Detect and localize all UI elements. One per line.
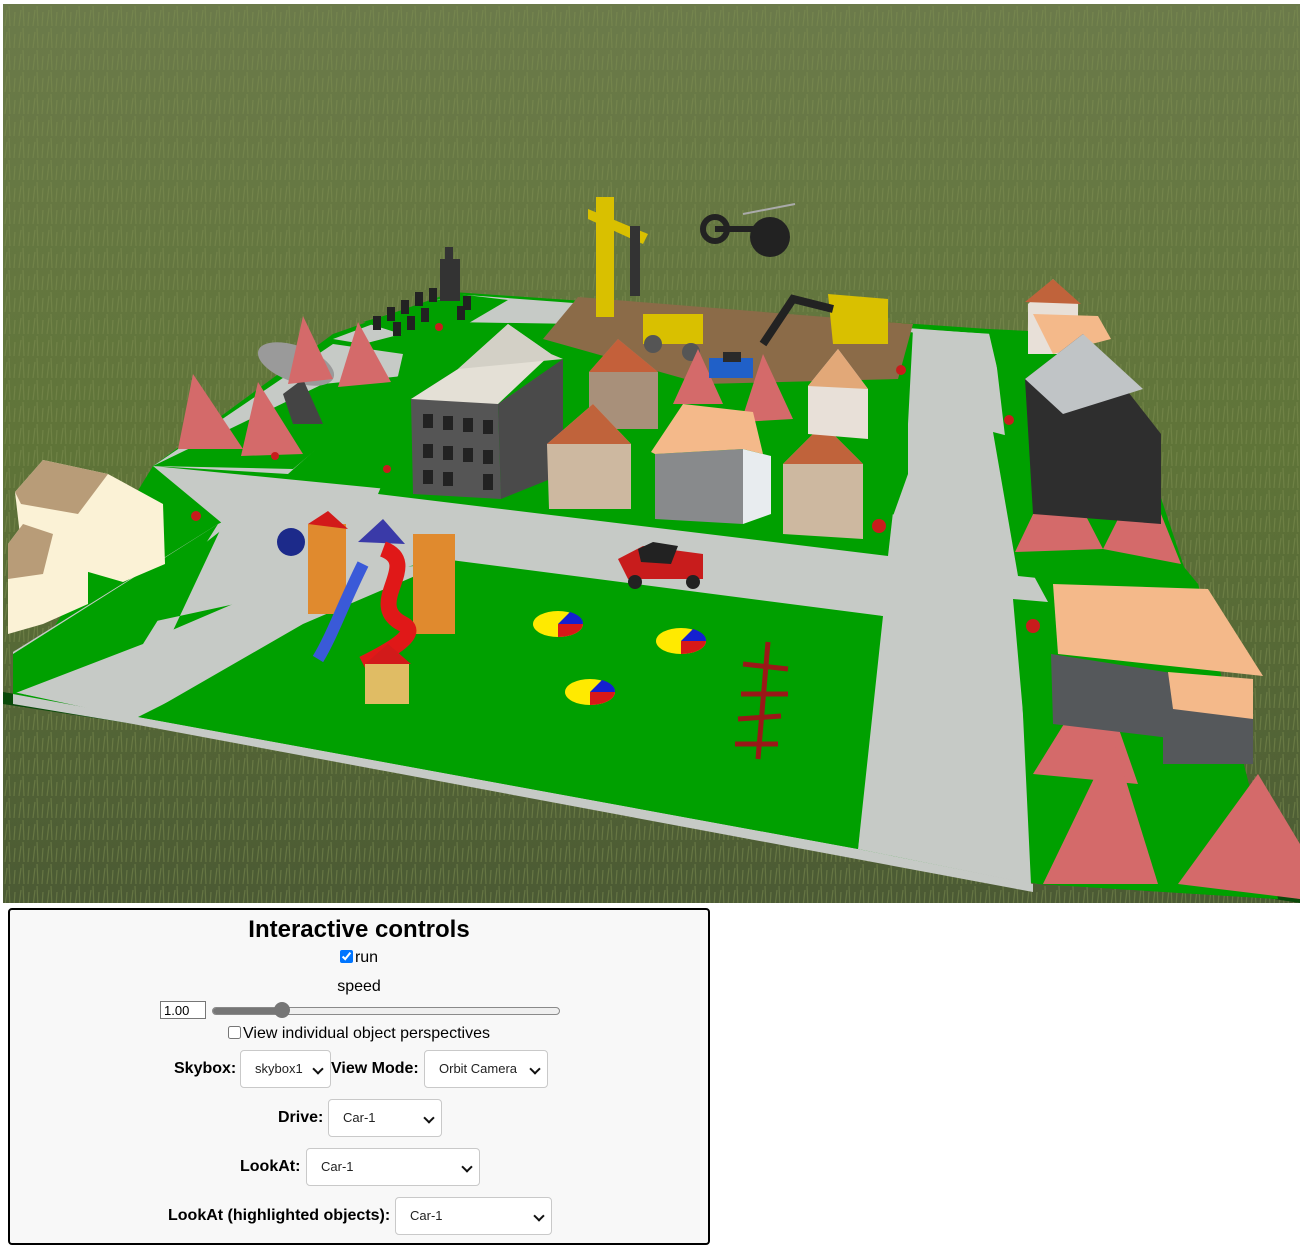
viewmode-value: Orbit Camera: [439, 1061, 518, 1076]
interactive-controls-panel: Interactive controls run speed View indi…: [8, 908, 710, 1245]
drive-select[interactable]: Car-1: [328, 1099, 442, 1137]
lookat-value: Car-1: [321, 1159, 354, 1174]
lookat-highlight-select[interactable]: Car-1: [395, 1197, 552, 1235]
run-checkbox[interactable]: [339, 950, 353, 963]
drive-label: Drive:: [278, 1109, 324, 1126]
scene-canvas[interactable]: [3, 4, 1300, 903]
drive-value: Car-1: [343, 1110, 376, 1125]
skybox-label: Skybox:: [174, 1060, 237, 1077]
run-label: run: [354, 949, 379, 966]
chevron-down-icon: [423, 1112, 435, 1124]
chevron-down-icon: [461, 1161, 473, 1173]
lookat-select[interactable]: Car-1: [306, 1148, 480, 1186]
speed-slider-fill: [213, 1008, 283, 1014]
perspectives-checkbox[interactable]: [228, 1026, 242, 1039]
lookat-label: LookAt:: [240, 1158, 301, 1175]
speed-slider-thumb[interactable]: [274, 1002, 291, 1018]
skybox-value: skybox1: [255, 1061, 303, 1076]
controls-title: Interactive controls: [248, 916, 470, 943]
chevron-down-icon: [533, 1210, 545, 1222]
viewmode-label: View Mode:: [331, 1060, 419, 1077]
perspectives-row: View individual object perspectives: [10, 1025, 708, 1043]
run-row: run: [10, 949, 708, 967]
chevron-down-icon: [529, 1063, 541, 1075]
perspectives-label: View individual object perspectives: [243, 1025, 490, 1042]
speed-label: speed: [337, 978, 381, 995]
lookat-highlight-value: Car-1: [410, 1208, 443, 1223]
speed-input[interactable]: [160, 1001, 206, 1019]
chevron-down-icon: [312, 1063, 324, 1075]
skybox-select[interactable]: skybox1: [240, 1050, 331, 1088]
speed-slider[interactable]: [212, 1002, 560, 1018]
viewmode-select[interactable]: Orbit Camera: [424, 1050, 548, 1088]
lookat-highlight-label: LookAt (highlighted objects):: [168, 1207, 391, 1224]
